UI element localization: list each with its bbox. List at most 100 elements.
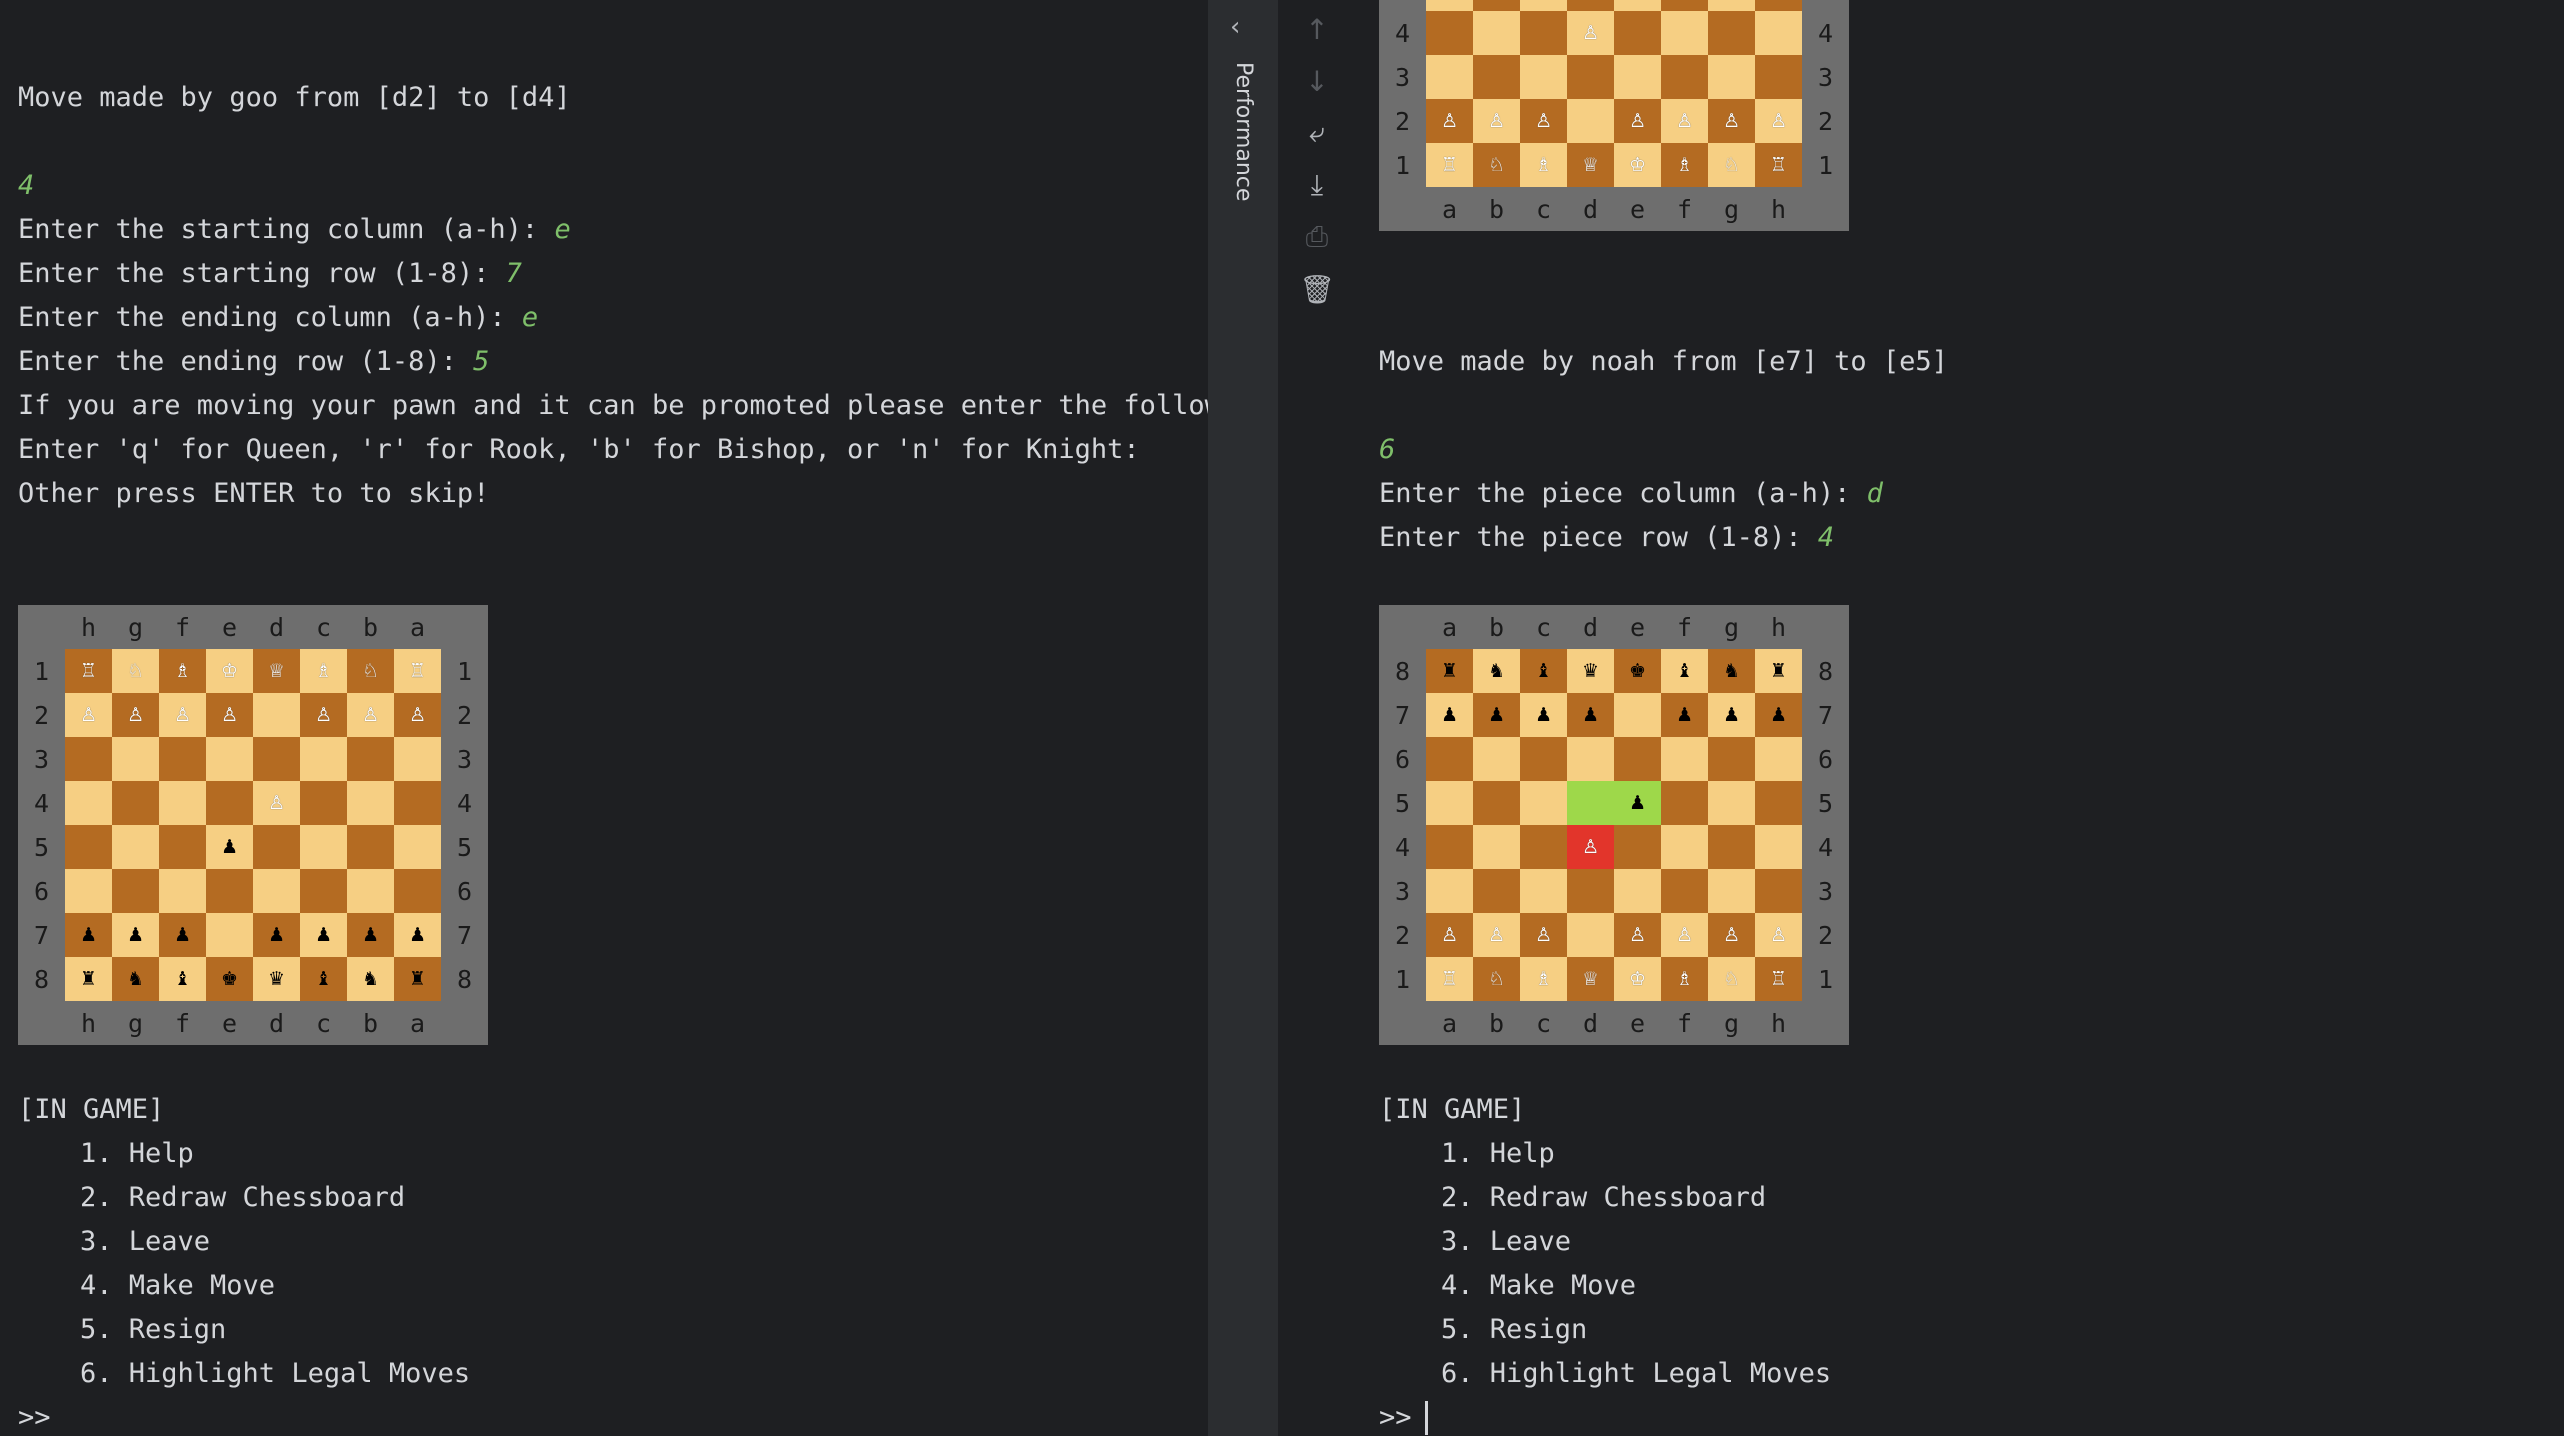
square-h7[interactable]: ♟ [1755, 693, 1802, 737]
square-a6[interactable] [394, 869, 441, 913]
square-b3[interactable] [347, 737, 394, 781]
square-c3[interactable] [1520, 55, 1567, 99]
square-e2[interactable]: ♙ [1614, 913, 1661, 957]
square-c8[interactable]: ♝ [1520, 649, 1567, 693]
square-e3[interactable] [1614, 869, 1661, 913]
chevron-left-icon[interactable]: ‹ [1230, 12, 1240, 42]
square-d8[interactable]: ♛ [253, 957, 300, 1001]
square-c1[interactable]: ♗ [1520, 957, 1567, 1001]
square-f2[interactable]: ♙ [1661, 99, 1708, 143]
square-c5[interactable] [1520, 781, 1567, 825]
square-h8[interactable]: ♜ [1755, 649, 1802, 693]
square-b1[interactable]: ♘ [1473, 143, 1520, 187]
square-g3[interactable] [1708, 869, 1755, 913]
square-b2[interactable]: ♙ [1473, 99, 1520, 143]
square-b4[interactable] [1473, 825, 1520, 869]
square-a3[interactable] [394, 737, 441, 781]
square-f7[interactable]: ♟ [159, 913, 206, 957]
square-b8[interactable]: ♞ [1473, 649, 1520, 693]
square-g5[interactable] [1708, 781, 1755, 825]
square-d1[interactable]: ♕ [253, 649, 300, 693]
square-a2[interactable]: ♙ [1426, 99, 1473, 143]
square-h1[interactable]: ♖ [1755, 143, 1802, 187]
square-a4[interactable] [1426, 825, 1473, 869]
square-g4[interactable] [1708, 825, 1755, 869]
square-a2[interactable]: ♙ [394, 693, 441, 737]
square-g6[interactable] [1708, 737, 1755, 781]
square-c4[interactable] [1520, 11, 1567, 55]
square-h5[interactable] [65, 825, 112, 869]
square-f7[interactable]: ♟ [1661, 693, 1708, 737]
square-e3[interactable] [1614, 55, 1661, 99]
square-c5[interactable] [300, 825, 347, 869]
square-d7[interactable]: ♟ [1567, 693, 1614, 737]
square-c4[interactable] [300, 781, 347, 825]
scroll-to-end-icon[interactable]: ⤓ [1300, 168, 1334, 202]
square-c6[interactable] [300, 869, 347, 913]
square-c2[interactable]: ♙ [1520, 99, 1567, 143]
arrow-down-icon[interactable]: ↓ [1300, 64, 1334, 98]
square-f3[interactable] [1661, 55, 1708, 99]
trash-icon[interactable]: 🗑 [1299, 272, 1335, 306]
square-f5[interactable] [159, 825, 206, 869]
square-b3[interactable] [1473, 55, 1520, 99]
square-a1[interactable]: ♖ [1426, 957, 1473, 1001]
square-g3[interactable] [112, 737, 159, 781]
square-h4[interactable] [1755, 825, 1802, 869]
square-g8[interactable]: ♞ [1708, 649, 1755, 693]
square-h6[interactable] [1755, 737, 1802, 781]
square-h4[interactable] [1755, 11, 1802, 55]
square-b3[interactable] [1473, 869, 1520, 913]
square-d7[interactable]: ♟ [253, 913, 300, 957]
right-console-output[interactable]: abcdefgh55♟44♙3322♙♙♙♙♙♙♙11♖♘♗♕♔♗♘♖Move … [1355, 0, 2564, 1436]
square-f5[interactable] [1661, 0, 1708, 11]
square-a8[interactable]: ♜ [394, 957, 441, 1001]
square-f5[interactable] [1661, 781, 1708, 825]
square-e6[interactable] [206, 869, 253, 913]
square-d4[interactable]: ♙ [253, 781, 300, 825]
square-a5[interactable] [394, 825, 441, 869]
square-g5[interactable] [1708, 0, 1755, 11]
square-g3[interactable] [1708, 55, 1755, 99]
square-e7[interactable] [206, 913, 253, 957]
square-a8[interactable]: ♜ [1426, 649, 1473, 693]
square-h8[interactable]: ♜ [65, 957, 112, 1001]
square-b8[interactable]: ♞ [347, 957, 394, 1001]
square-b5[interactable] [347, 825, 394, 869]
square-g4[interactable] [112, 781, 159, 825]
square-e7[interactable] [1614, 693, 1661, 737]
square-d2[interactable] [1567, 99, 1614, 143]
square-c7[interactable]: ♟ [300, 913, 347, 957]
square-g1[interactable]: ♘ [1708, 143, 1755, 187]
square-a1[interactable]: ♖ [1426, 143, 1473, 187]
square-e1[interactable]: ♔ [1614, 143, 1661, 187]
arrow-up-icon[interactable]: ↑ [1300, 12, 1334, 46]
square-a3[interactable] [1426, 869, 1473, 913]
square-e4[interactable] [206, 781, 253, 825]
square-c2[interactable]: ♙ [1520, 913, 1567, 957]
left-console-output[interactable]: Move made by goo from [d2] to [d4] 4 Enter… [0, 0, 1208, 1436]
square-f4[interactable] [1661, 825, 1708, 869]
square-d1[interactable]: ♕ [1567, 957, 1614, 1001]
square-a5[interactable] [1426, 0, 1473, 11]
square-b5[interactable] [1473, 781, 1520, 825]
square-d4[interactable]: ♙ [1567, 11, 1614, 55]
square-c1[interactable]: ♗ [300, 649, 347, 693]
square-b7[interactable]: ♟ [1473, 693, 1520, 737]
square-e4[interactable] [1614, 825, 1661, 869]
square-d3[interactable] [1567, 869, 1614, 913]
square-c4[interactable] [1520, 825, 1567, 869]
square-g1[interactable]: ♘ [1708, 957, 1755, 1001]
square-f4[interactable] [1661, 11, 1708, 55]
square-g6[interactable] [112, 869, 159, 913]
square-f2[interactable]: ♙ [1661, 913, 1708, 957]
square-a3[interactable] [1426, 55, 1473, 99]
square-d3[interactable] [1567, 55, 1614, 99]
square-g2[interactable]: ♙ [1708, 913, 1755, 957]
square-h7[interactable]: ♟ [65, 913, 112, 957]
square-f4[interactable] [159, 781, 206, 825]
square-d4[interactable]: ♙ [1567, 825, 1614, 869]
square-e1[interactable]: ♔ [206, 649, 253, 693]
square-b4[interactable] [1473, 11, 1520, 55]
square-b1[interactable]: ♘ [1473, 957, 1520, 1001]
